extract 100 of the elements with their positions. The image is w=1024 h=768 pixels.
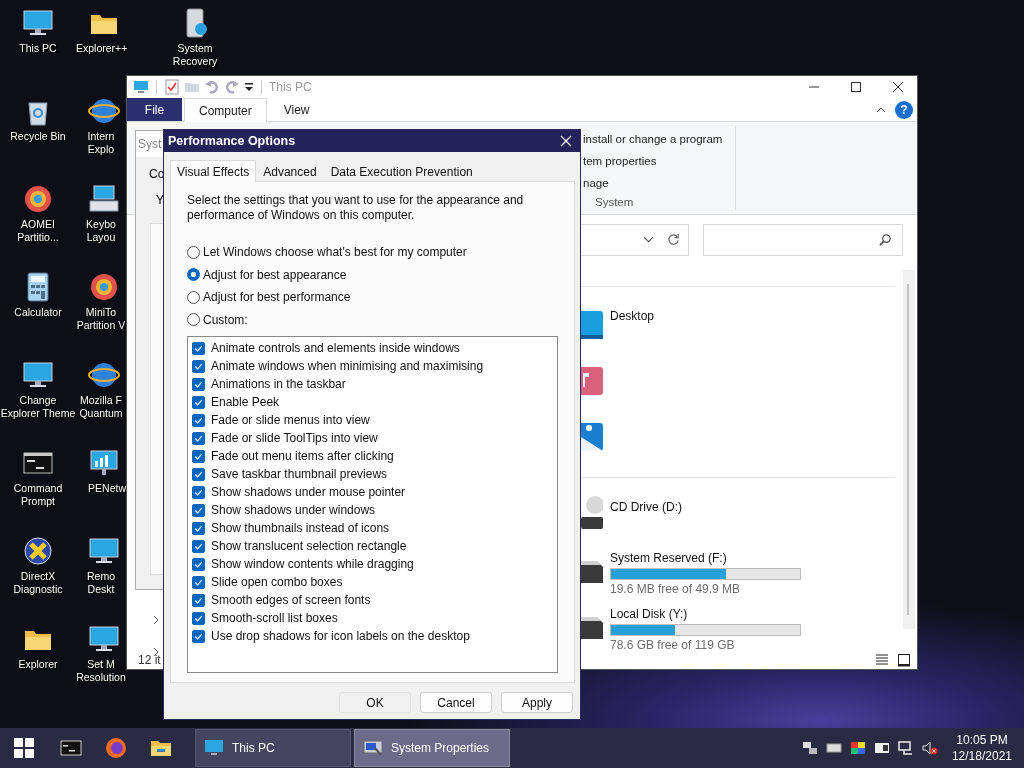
expand-chevron-icon[interactable] bbox=[151, 615, 161, 625]
desktop-icon-label[interactable]: PENetw bbox=[88, 482, 126, 495]
monitor-icon[interactable] bbox=[897, 740, 914, 756]
radio-button[interactable] bbox=[187, 313, 200, 327]
display-icon[interactable] bbox=[873, 740, 890, 756]
checkbox[interactable] bbox=[192, 467, 205, 481]
tab[interactable]: Visual Effects bbox=[170, 160, 257, 182]
checkbox-label[interactable]: Smooth edges of screen fonts bbox=[211, 593, 371, 607]
radio-button[interactable] bbox=[187, 290, 200, 304]
checkbox-label[interactable]: Fade out menu items after clicking bbox=[211, 449, 394, 463]
checkbox[interactable] bbox=[192, 377, 205, 391]
checkbox[interactable] bbox=[192, 539, 205, 553]
x-badge-icon[interactable] bbox=[22, 535, 54, 567]
expand-chevron-icon[interactable] bbox=[151, 647, 161, 657]
desktop-icon-label[interactable]: Remo Deskt bbox=[76, 570, 126, 596]
desktop-icon-label[interactable]: This PC bbox=[19, 42, 57, 55]
disc-icon[interactable] bbox=[88, 271, 120, 303]
dialog-button[interactable]: Apply bbox=[501, 692, 573, 713]
checkbox-label[interactable]: Smooth-scroll list boxes bbox=[211, 611, 338, 625]
dialog-button[interactable]: Cancel bbox=[420, 692, 492, 713]
palette-icon[interactable] bbox=[849, 740, 866, 756]
desktop-icon-label[interactable]: Recycle Bin bbox=[10, 130, 66, 143]
ribbon-command[interactable]: tem properties bbox=[581, 150, 735, 172]
drive-label[interactable]: Local Disk (Y:) bbox=[610, 607, 801, 621]
radio-button[interactable] bbox=[187, 245, 200, 259]
checkbox[interactable] bbox=[192, 575, 205, 589]
radio-label[interactable]: Custom: bbox=[203, 312, 248, 327]
ribbon-command[interactable]: nage bbox=[581, 172, 735, 194]
checkbox-label[interactable]: Save taskbar thumbnail previews bbox=[211, 467, 388, 481]
ribbon-tab[interactable]: View bbox=[268, 98, 325, 121]
desktop-icon-label[interactable]: Intern Explo bbox=[76, 130, 126, 156]
checkbox-label[interactable]: Animations in the taskbar bbox=[211, 377, 346, 391]
desktop-icon-label[interactable]: Set M Resolution bbox=[76, 658, 126, 684]
checkbox-label[interactable]: Show translucent selection rectangle bbox=[211, 539, 407, 553]
checkbox[interactable] bbox=[192, 503, 205, 517]
checkbox[interactable] bbox=[192, 431, 205, 445]
checkbox[interactable] bbox=[192, 485, 205, 499]
taskbar-button[interactable]: This PC bbox=[195, 729, 351, 767]
speaker-muted-icon[interactable] bbox=[921, 740, 938, 756]
clock-time[interactable]: 10:05 PM bbox=[956, 732, 1008, 748]
checkbox[interactable] bbox=[192, 557, 205, 571]
ribbon-command[interactable]: install or change a program bbox=[581, 128, 735, 150]
music-folder-icon[interactable] bbox=[581, 367, 603, 395]
keyboard-icon[interactable] bbox=[88, 183, 120, 215]
checkbox-label[interactable]: Show shadows under windows bbox=[211, 503, 376, 517]
desktop-icon-label[interactable]: DirectX Diagnostic bbox=[0, 570, 76, 596]
checkbox[interactable] bbox=[192, 395, 205, 409]
radio-label[interactable]: Adjust for best appearance bbox=[203, 267, 347, 282]
refresh-icon[interactable] bbox=[667, 233, 680, 246]
desktop-icon-label[interactable]: MiniTo Partition V bbox=[76, 306, 126, 332]
clock-date[interactable]: 12/18/2021 bbox=[951, 748, 1012, 764]
pictures-folder-icon[interactable] bbox=[581, 423, 603, 451]
terminal-icon[interactable] bbox=[60, 737, 82, 759]
checkbox[interactable] bbox=[192, 593, 205, 607]
desktop-icon-label[interactable]: Change Explorer Theme bbox=[0, 394, 76, 420]
dialog-button[interactable]: OK bbox=[339, 692, 411, 713]
desktop-icon-label[interactable]: Calculator bbox=[14, 306, 62, 319]
checkbox-label[interactable]: Fade or slide ToolTips into view bbox=[211, 431, 378, 445]
checkbox-label[interactable]: Use drop shadows for icon labels on the desktop bbox=[211, 629, 470, 643]
search-field[interactable] bbox=[703, 223, 903, 256]
checkbox-label[interactable]: Animate controls and elements inside windows bbox=[211, 341, 460, 355]
cd-drive-icon[interactable] bbox=[581, 495, 603, 529]
desktop-icon-label[interactable]: Keybo Layou bbox=[76, 218, 126, 244]
checkbox[interactable] bbox=[192, 629, 205, 643]
checkbox[interactable] bbox=[192, 359, 205, 373]
details-view-icon[interactable] bbox=[875, 652, 889, 667]
checkbox-label[interactable]: Slide open combo boxes bbox=[211, 575, 343, 589]
folder-label[interactable]: Desktop bbox=[610, 309, 655, 323]
radio-label[interactable]: Adjust for best performance bbox=[203, 290, 351, 305]
disc-icon[interactable] bbox=[22, 183, 54, 215]
checkbox-label[interactable]: Show thumbnails instead of icons bbox=[211, 521, 390, 535]
network-icon[interactable] bbox=[801, 740, 818, 756]
checkbox-label[interactable]: Show window contents while dragging bbox=[211, 557, 414, 571]
desktop-icon-label[interactable]: AOMEI Partitio... bbox=[0, 218, 76, 244]
checkbox[interactable] bbox=[192, 449, 205, 463]
scrollbar[interactable] bbox=[903, 270, 915, 629]
globe-icon[interactable] bbox=[105, 737, 127, 759]
taskbar-button[interactable]: System Properties bbox=[354, 729, 510, 767]
tiles-view-icon[interactable] bbox=[897, 652, 911, 667]
desktop-icon-label[interactable]: Command Prompt bbox=[0, 482, 76, 508]
checkbox-label[interactable]: Enable Peek bbox=[211, 395, 280, 409]
ribbon-tab[interactable]: File bbox=[127, 98, 182, 121]
keyboard-icon[interactable] bbox=[825, 740, 842, 756]
start-button-icon[interactable] bbox=[14, 738, 34, 758]
checkbox[interactable] bbox=[192, 521, 205, 535]
desktop-icon-label[interactable]: Mozilla F Quantum bbox=[76, 394, 126, 420]
properties-icon[interactable] bbox=[164, 79, 180, 95]
checkbox-label[interactable]: Fade or slide menus into view bbox=[211, 413, 370, 427]
help-button[interactable]: ? bbox=[895, 100, 913, 119]
drive-label[interactable]: CD Drive (D:) bbox=[610, 500, 682, 514]
checkbox[interactable] bbox=[192, 611, 205, 625]
desktop-icon-label[interactable]: Explorer bbox=[18, 658, 58, 671]
radio-label[interactable]: Let Windows choose what's best for my computer bbox=[203, 245, 467, 260]
checkbox-label[interactable]: Animate windows when minimising and maximising bbox=[211, 359, 484, 373]
desktop-icon-label[interactable]: System Recovery bbox=[157, 42, 233, 68]
checkbox-label[interactable]: Show shadows under mouse pointer bbox=[211, 485, 406, 499]
checkbox[interactable] bbox=[192, 413, 205, 427]
radio-button[interactable] bbox=[187, 268, 200, 282]
drive-label[interactable]: System Reserved (F:) bbox=[610, 551, 801, 565]
desktop-icon-label[interactable]: Explorer++ bbox=[76, 42, 126, 55]
